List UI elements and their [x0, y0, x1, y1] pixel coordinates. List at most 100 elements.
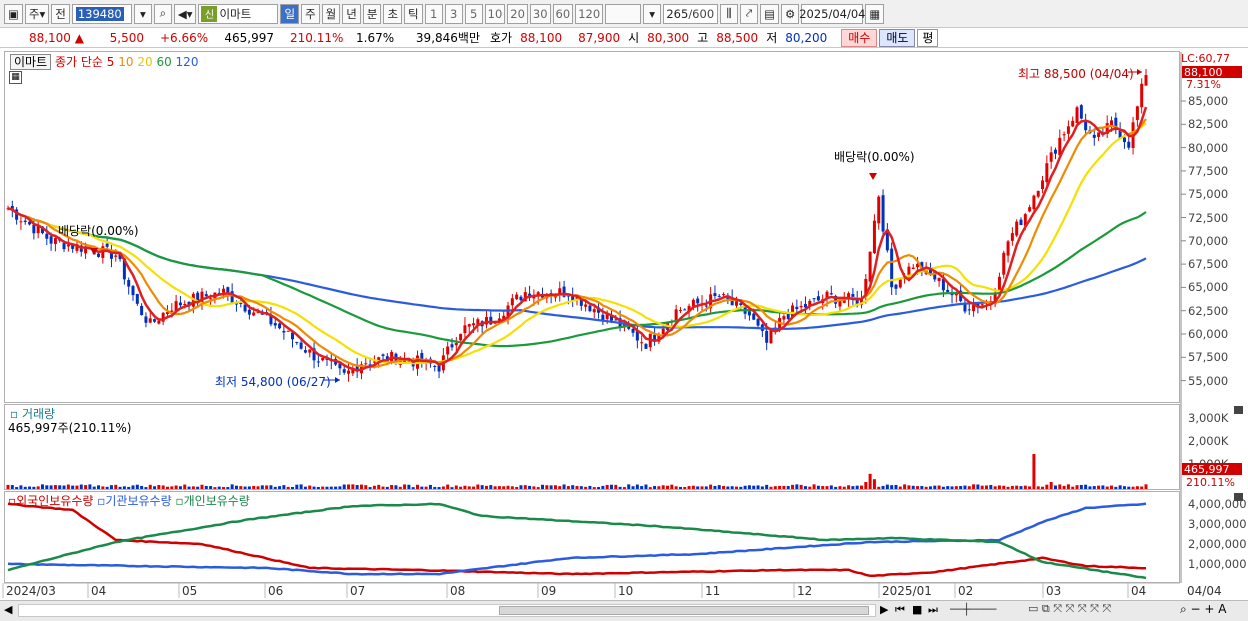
- candle-body: [131, 286, 135, 296]
- volume-bar: [428, 484, 432, 489]
- volume-bar: [66, 484, 70, 489]
- volume-pct-label: 210.11%: [1186, 476, 1235, 489]
- x-axis-label: 06: [268, 584, 284, 598]
- candle-body: [713, 293, 717, 297]
- ma10-line: [7, 118, 1147, 369]
- price-axis-tick: 62,500: [1188, 303, 1229, 318]
- x-axis-label: 08: [450, 584, 466, 598]
- volume-bar: [661, 485, 665, 489]
- volume-bar: [71, 485, 75, 489]
- holding-pane-close-icon[interactable]: [1234, 493, 1243, 501]
- volume-bar: [803, 486, 807, 489]
- zoom-slider[interactable]: ──┼────: [950, 603, 996, 616]
- volume-bar: [359, 484, 363, 489]
- table-icon[interactable]: ▦: [9, 71, 22, 84]
- volume-bar: [502, 486, 506, 489]
- candle-body: [683, 309, 687, 311]
- candle-body: [1140, 83, 1144, 108]
- volume-bar: [204, 485, 208, 489]
- volume-bar: [226, 487, 230, 489]
- volume-bar: [691, 485, 695, 489]
- price-axis-tick: 70,000: [1188, 233, 1229, 248]
- tool-icons[interactable]: ▭ ⧉ ⤧ ⤧ ⤧ ⤧ ⤧: [1028, 602, 1111, 616]
- candle-body: [226, 287, 230, 293]
- volume-bar: [756, 485, 760, 489]
- scroll-left-icon[interactable]: ◀: [4, 603, 12, 616]
- price-axis-tick: 82,500: [1188, 117, 1229, 132]
- candle-body: [782, 316, 786, 320]
- volume-bar: [165, 486, 169, 489]
- volume-bar: [377, 484, 381, 489]
- holding-axis-tick: 1,000,000: [1188, 557, 1247, 571]
- candle-body: [463, 325, 467, 334]
- volume-bar: [575, 485, 579, 489]
- volume-bar: [954, 486, 958, 489]
- volume-bar: [553, 485, 557, 489]
- volume-bar: [260, 485, 264, 489]
- scroll-right-icon[interactable]: ▶: [880, 603, 888, 616]
- volume-bar: [403, 484, 407, 489]
- volume-bar: [808, 486, 812, 489]
- candle-body: [1015, 221, 1019, 236]
- volume-bar: [980, 485, 984, 489]
- volume-bar: [1079, 484, 1083, 489]
- volume-pane-close-icon[interactable]: [1234, 406, 1243, 414]
- legend-stock-name[interactable]: 이마트: [10, 54, 52, 70]
- volume-bar: [424, 486, 428, 489]
- candle-body: [1110, 120, 1114, 126]
- volume-bar: [571, 485, 575, 489]
- volume-bar: [127, 486, 131, 489]
- legend-ma60: 60: [156, 55, 172, 69]
- volume-bar: [782, 485, 786, 489]
- first-page-icon[interactable]: ⏮: [895, 603, 905, 617]
- low-arrowhead: [335, 377, 340, 383]
- stop-icon[interactable]: ■: [912, 603, 922, 616]
- volume-bar: [347, 484, 351, 489]
- volume-bar: [885, 484, 889, 489]
- scrollbar-thumb[interactable]: [499, 606, 869, 615]
- candle-body: [592, 309, 596, 313]
- volume-bar: [907, 485, 911, 489]
- zoom-tools[interactable]: ⌕ − + A: [1180, 602, 1226, 617]
- candle-body: [19, 221, 23, 223]
- volume-bar: [269, 485, 273, 489]
- volume-bar: [1006, 486, 1010, 489]
- volume-bar: [278, 486, 282, 489]
- candle-body: [1062, 134, 1066, 136]
- volume-bar: [230, 484, 234, 489]
- volume-bar: [972, 484, 976, 489]
- volume-bar: [1071, 486, 1075, 489]
- candle-body: [252, 312, 256, 316]
- volume-bar: [860, 485, 863, 489]
- volume-bar: [36, 486, 40, 489]
- volume-bar: [1015, 485, 1019, 489]
- current-pct-label: 7.31%: [1186, 78, 1221, 91]
- volume-bar: [933, 485, 937, 489]
- institution-holding-line: [7, 502, 1147, 576]
- candle-body: [1097, 132, 1101, 137]
- volume-bar: [19, 485, 23, 489]
- candle-body: [1079, 105, 1083, 119]
- volume-bar: [683, 486, 687, 489]
- volume-bar: [450, 487, 454, 489]
- volume-bar: [252, 485, 256, 489]
- candle-body: [678, 310, 682, 312]
- x-axis-label: 12: [797, 584, 813, 598]
- volume-bar: [6, 484, 10, 489]
- volume-bar: [321, 486, 325, 489]
- volume-bar: [609, 484, 613, 489]
- volume-bar: [109, 485, 113, 489]
- ma5-line: [7, 106, 1148, 372]
- volume-bar: [265, 485, 269, 489]
- volume-bar: [217, 486, 221, 489]
- volume-bar: [148, 484, 152, 489]
- volume-bar: [739, 486, 743, 489]
- candle-body: [997, 276, 1001, 291]
- horizontal-scrollbar[interactable]: [18, 604, 876, 617]
- candle-body: [1045, 163, 1049, 183]
- volume-bar: [364, 485, 368, 489]
- last-page-icon[interactable]: ⏭: [928, 603, 938, 617]
- chart-canvas: [2, 52, 1186, 598]
- candle-body: [747, 311, 751, 316]
- volume-bar: [1092, 486, 1096, 489]
